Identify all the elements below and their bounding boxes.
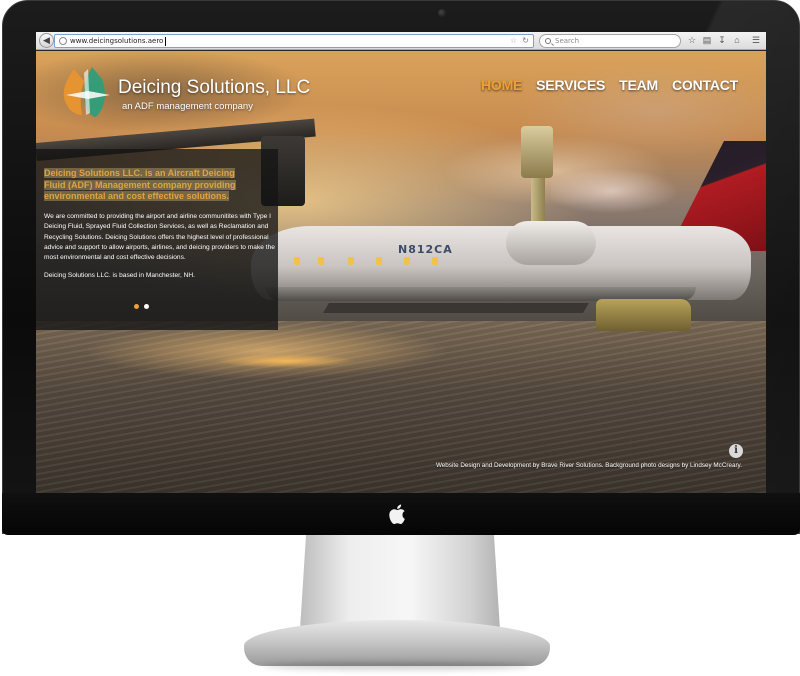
sun-reflection bbox=[186, 351, 386, 371]
slider-dot-1[interactable] bbox=[134, 304, 139, 309]
search-input[interactable]: Search bbox=[539, 34, 681, 48]
intro-body: We are committed to providing the airpor… bbox=[44, 213, 275, 262]
aircraft-window bbox=[318, 257, 324, 265]
monitor-stand bbox=[300, 535, 500, 630]
web-page: N812CA Deicing Solutions, LLC an ADF man… bbox=[36, 51, 766, 493]
download-icon[interactable]: ↧ bbox=[716, 34, 728, 47]
nav-team[interactable]: TEAM bbox=[619, 77, 658, 93]
search-icon bbox=[545, 38, 551, 44]
screen: ◀ www.deicingsolutions.aero ☆ ↻ Search ☆… bbox=[36, 32, 766, 493]
bookmarks-list-icon[interactable]: ▤ bbox=[701, 34, 713, 47]
search-placeholder: Search bbox=[555, 37, 580, 45]
nav-contact[interactable]: CONTACT bbox=[672, 77, 738, 93]
browser-toolbar: ◀ www.deicingsolutions.aero ☆ ↻ Search ☆… bbox=[36, 32, 766, 50]
intro-location: Deicing Solutions LLC. is based in Manch… bbox=[44, 272, 195, 279]
bookmark-star-icon[interactable]: ☆ bbox=[510, 35, 517, 47]
company-logo-icon[interactable] bbox=[58, 65, 116, 121]
aircraft-window bbox=[348, 257, 354, 265]
globe-icon bbox=[59, 37, 67, 45]
address-bar[interactable]: www.deicingsolutions.aero ☆ ↻ bbox=[54, 34, 534, 48]
info-icon[interactable]: i bbox=[729, 444, 743, 458]
site-credits: Website Design and Development by Brave … bbox=[435, 462, 742, 469]
text-caret bbox=[165, 37, 166, 46]
deicer-cab bbox=[521, 126, 553, 178]
reload-icon[interactable]: ↻ bbox=[522, 35, 529, 47]
aircraft-window bbox=[404, 257, 410, 265]
slider-pagination bbox=[134, 304, 149, 309]
aircraft-window bbox=[432, 257, 438, 265]
site-title[interactable]: Deicing Solutions, LLC bbox=[118, 77, 310, 99]
aircraft-engine bbox=[506, 221, 596, 265]
aircraft-window bbox=[376, 257, 382, 265]
main-nav: HOME SERVICES TEAM CONTACT bbox=[481, 77, 738, 93]
nav-services[interactable]: SERVICES bbox=[536, 77, 605, 93]
aircraft-wing bbox=[323, 303, 589, 313]
ground-truck bbox=[596, 299, 691, 331]
camera-icon bbox=[438, 9, 446, 17]
menu-icon[interactable]: ☰ bbox=[750, 34, 762, 47]
slider-dot-2[interactable] bbox=[144, 304, 149, 309]
site-tagline: an ADF management company bbox=[122, 101, 253, 112]
intro-headline-text: Deicing Solutions LLC. is an Aircraft De… bbox=[44, 168, 236, 201]
intro-panel: Deicing Solutions LLC. is an Aircraft De… bbox=[36, 149, 278, 330]
url-text: www.deicingsolutions.aero bbox=[70, 37, 164, 45]
intro-headline: Deicing Solutions LLC. is an Aircraft De… bbox=[44, 168, 254, 203]
apple-logo-icon bbox=[389, 504, 405, 525]
monitor-stand-foot bbox=[244, 620, 550, 666]
home-icon[interactable]: ⌂ bbox=[731, 34, 743, 47]
bookmark-star-icon[interactable]: ☆ bbox=[686, 34, 698, 47]
nav-home[interactable]: HOME bbox=[481, 77, 522, 93]
aircraft-tail-number: N812CA bbox=[398, 243, 453, 256]
back-button[interactable]: ◀ bbox=[39, 33, 54, 48]
aircraft-window bbox=[294, 257, 300, 265]
